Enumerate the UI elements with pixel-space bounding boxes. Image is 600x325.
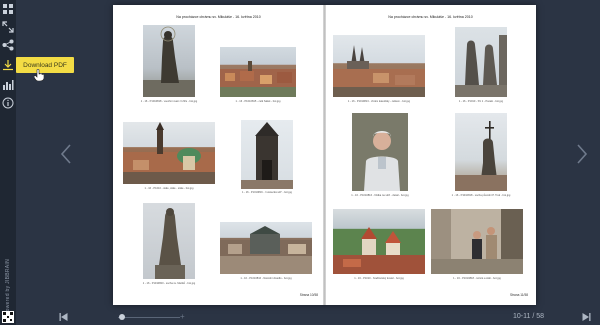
photo-statue-cross[interactable] — [455, 113, 507, 191]
bottom-bar — [0, 309, 600, 325]
photo-caption: 1 - 16 - P1010813 - chrám katedrály - ce… — [347, 100, 411, 103]
photo-city-roofs[interactable] — [220, 47, 296, 97]
photo-statue-mary[interactable] — [143, 203, 195, 279]
fullscreen-icon[interactable] — [2, 21, 14, 33]
page-title: Na procházce chrámu sv. Mikuláše - 16. k… — [388, 15, 473, 19]
right-page: Na procházce chrámu sv. Mikuláše - 16. k… — [325, 5, 536, 305]
page-number: Strana 11/58 — [509, 293, 528, 297]
photo-statue-saint[interactable] — [143, 25, 195, 97]
share-icon[interactable] — [2, 39, 14, 51]
info-icon[interactable] — [2, 97, 14, 109]
photo-national-theatre[interactable] — [220, 222, 312, 274]
toolbar-sidebar: Powered by JIBBRAIN — [0, 0, 16, 325]
photo-caption: 1 - 16 - P1010 - stále, stále - stále - … — [144, 187, 194, 190]
photo-prague-towers[interactable] — [123, 122, 215, 184]
download-pdf-label: Download PDF — [23, 61, 67, 69]
page-number: Strana 10/58 — [299, 293, 318, 297]
photo-statue-pair[interactable] — [455, 27, 507, 97]
photo-tourists[interactable] — [431, 209, 523, 274]
zoom-slider-track[interactable] — [118, 317, 180, 318]
photo-caption: 1 - 16 - P1010 - SV 1 - Paralo - bot.jpg — [458, 100, 504, 103]
zoom-slider-thumb[interactable] — [119, 314, 125, 320]
next-page-arrow-icon[interactable] — [576, 143, 588, 165]
first-page-icon[interactable] — [59, 313, 68, 321]
download-pdf-tooltip[interactable]: Download PDF — [16, 57, 74, 73]
page-counter: 10-11 / 58 — [513, 313, 545, 320]
photo-caption: 1 - 16 - P1010818 - vsechni svatí z kříž… — [140, 100, 198, 103]
photo-caption: 1 - 16 - P1010816 - 'mostecká věž' - bot… — [241, 191, 292, 194]
photo-caption: 1 - 16 - P1010816 - hlidka na věži - det… — [351, 194, 409, 197]
zoom-in-button[interactable]: + — [180, 312, 185, 321]
book-spread: Na procházce chrámu sv. Mikuláše - 16. k… — [113, 5, 536, 305]
page-title: Na procházce chrámu sv. Mikuláše - 16. k… — [176, 15, 261, 19]
photo-castle-roofs[interactable] — [333, 209, 425, 274]
photo-caption: 1 - 16 - P1010 - hradčanský kostel - bot… — [354, 277, 404, 280]
grid-icon[interactable] — [2, 3, 14, 15]
photo-bridge-tower[interactable] — [241, 120, 293, 189]
photo-caption: 1 - 16 - P1010818 - socha původní P. Tre… — [451, 194, 511, 197]
stats-icon[interactable] — [2, 79, 14, 91]
prev-page-arrow-icon[interactable] — [60, 143, 72, 165]
photo-caption: 1 - 16 - P1010818 - turisté a stáli - bo… — [453, 277, 501, 280]
photo-caption: 1 - 16 - P1010820 - socha sv. Mariků - b… — [142, 282, 196, 285]
photo-cathedral-panorama[interactable] — [333, 35, 425, 97]
left-page: Na procházce chrámu sv. Mikuláše - 16. k… — [113, 5, 324, 305]
download-icon[interactable] — [2, 59, 14, 71]
powered-by-label: Powered by JIBBRAIN — [5, 259, 11, 315]
hand-cursor-icon — [34, 69, 44, 81]
photo-caption: 1 - 16 - P1010816 - Národní divadlo - bo… — [240, 277, 292, 280]
photo-caption: 1 - 16 - P1010815 - celk Sálek - bot.jpg — [235, 100, 281, 103]
last-page-icon[interactable] — [582, 313, 591, 321]
photo-man-portrait[interactable] — [352, 113, 408, 191]
